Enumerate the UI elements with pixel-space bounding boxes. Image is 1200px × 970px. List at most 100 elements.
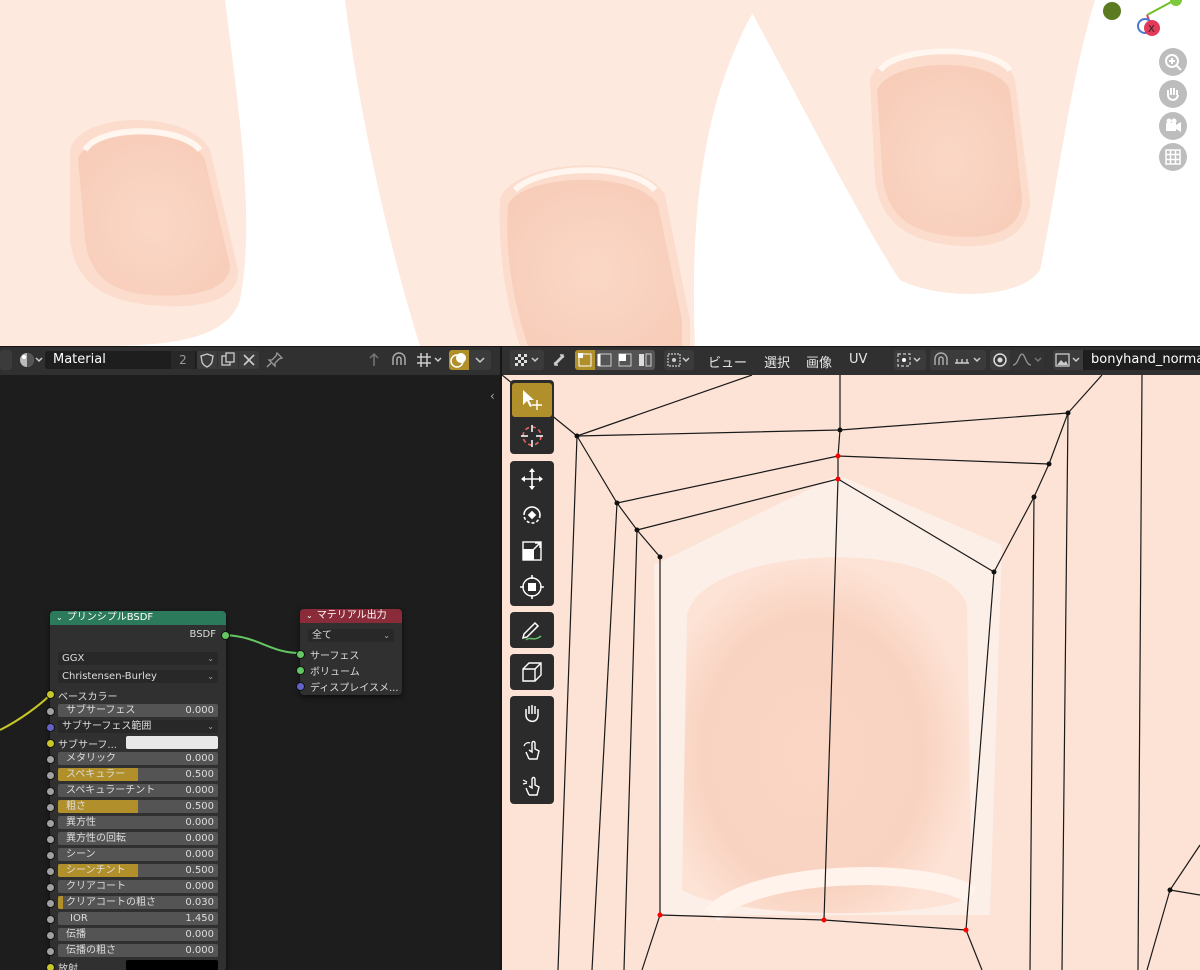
- anisotropic-rotation-field[interactable]: 異方性の回転 0.000: [58, 832, 218, 845]
- overlay-dropdown-icon[interactable]: [469, 350, 491, 370]
- material-output-node[interactable]: ⌄ マテリアル出力 全て ⌄ サーフェス ボリューム ディスプレイスメ...: [296, 609, 402, 695]
- overlay-toggle-icon[interactable]: [449, 350, 469, 370]
- proportional-editing-icon[interactable]: [990, 350, 1010, 370]
- proportional-falloff-icon[interactable]: [1010, 350, 1044, 370]
- subsurface-radius-socket[interactable]: [46, 723, 55, 732]
- metallic-field[interactable]: メタリック 0.000: [58, 752, 218, 765]
- sheen-socket[interactable]: [46, 851, 55, 860]
- transmission-roughness-socket[interactable]: [46, 947, 55, 956]
- output-target-dropdown[interactable]: 全て ⌄: [308, 629, 394, 642]
- pin-icon[interactable]: [265, 351, 285, 369]
- parent-node-tree-icon[interactable]: [364, 351, 384, 369]
- specular-tint-field[interactable]: スペキュラーチント 0.000: [58, 784, 218, 797]
- scale-tool[interactable]: [512, 534, 552, 568]
- menu-uv[interactable]: UV: [849, 352, 867, 367]
- pinch-tool[interactable]: [512, 769, 552, 803]
- principled-bsdf-node[interactable]: ⌄ プリンシプルBSDF BSDF GGX ⌄ Christensen-Burley…: [46, 611, 230, 970]
- emission-socket[interactable]: [46, 963, 55, 970]
- ior-field[interactable]: IOR 1.450: [58, 912, 218, 925]
- grab-tool[interactable]: [512, 697, 552, 731]
- uv-snap-increment-icon[interactable]: [952, 350, 986, 370]
- subsurface-method-dropdown[interactable]: Christensen-Burley ⌄: [58, 670, 218, 683]
- menu-image[interactable]: 画像: [806, 352, 832, 371]
- edge-select-mode-icon[interactable]: [595, 350, 615, 370]
- transmission-socket[interactable]: [46, 931, 55, 940]
- image-name-field[interactable]: bonyhand_norma: [1083, 350, 1200, 370]
- snap-grid-icon[interactable]: [414, 351, 444, 369]
- specular-field[interactable]: スペキュラー 0.500: [58, 768, 218, 781]
- principled-node-header[interactable]: ⌄ プリンシプルBSDF: [50, 611, 226, 625]
- base-color-label: ベースカラー: [58, 692, 118, 703]
- hand-pan-icon[interactable]: [1159, 80, 1187, 108]
- uv-editor-type-icon[interactable]: [510, 350, 544, 370]
- select-box-tool[interactable]: [512, 383, 552, 417]
- emission-color-swatch[interactable]: [126, 960, 218, 970]
- cursor-tool[interactable]: [512, 419, 552, 453]
- uv-snap-magnet-icon[interactable]: [930, 350, 952, 370]
- face-select-mode-icon[interactable]: [615, 350, 635, 370]
- collapse-chevron-icon[interactable]: ⌄: [56, 613, 63, 622]
- roughness-field[interactable]: 粗さ 0.500: [58, 800, 218, 813]
- chevron-down-icon: ⌄: [207, 722, 214, 731]
- base-color-socket[interactable]: [46, 690, 55, 699]
- clearcoat-field[interactable]: クリアコート 0.000: [58, 880, 218, 893]
- collapse-chevron-icon[interactable]: ⌄: [306, 611, 313, 620]
- clearcoat-roughness-socket[interactable]: [46, 899, 55, 908]
- axis-gizmo[interactable]: X: [1103, 0, 1182, 36]
- grid-icon[interactable]: [1159, 143, 1187, 171]
- anisotropic-field[interactable]: 異方性 0.000: [58, 816, 218, 829]
- output-node-header[interactable]: ⌄ マテリアル出力: [300, 609, 402, 623]
- snap-magnet-icon[interactable]: [388, 351, 410, 369]
- 3d-viewport[interactable]: X: [0, 0, 1200, 346]
- unlink-close-icon[interactable]: [239, 351, 259, 369]
- subsurface-color-socket[interactable]: [46, 739, 55, 748]
- transmission-roughness-field[interactable]: 伝播の粗さ 0.000: [58, 944, 218, 957]
- displacement-input-socket[interactable]: [296, 682, 305, 691]
- sheen-tint-field[interactable]: シーンチント 0.500: [58, 864, 218, 877]
- material-user-count[interactable]: 2: [171, 351, 195, 369]
- volume-input-socket[interactable]: [296, 666, 305, 675]
- subsurface-radius-dropdown[interactable]: サブサーフェス範囲 ⌄: [58, 720, 218, 733]
- camera-icon[interactable]: [1159, 112, 1187, 140]
- editor-type-icon[interactable]: [0, 350, 12, 370]
- roughness-socket[interactable]: [46, 803, 55, 812]
- transform-tool[interactable]: [512, 570, 552, 604]
- image-browse-icon[interactable]: [1053, 350, 1083, 370]
- anisotropic-socket[interactable]: [46, 819, 55, 828]
- fake-user-shield-icon[interactable]: [197, 351, 217, 369]
- metallic-socket[interactable]: [46, 755, 55, 764]
- subsurface-field[interactable]: サブサーフェス 0.000: [58, 704, 218, 717]
- material-browse-icon[interactable]: [18, 351, 44, 369]
- subsurface-socket[interactable]: [46, 707, 55, 716]
- surface-input-socket[interactable]: [296, 650, 305, 659]
- rip-region-tool[interactable]: [512, 655, 552, 689]
- ior-socket[interactable]: [46, 915, 55, 924]
- sticky-selection-icon[interactable]: [664, 350, 694, 370]
- sheen-tint-socket[interactable]: [46, 867, 55, 876]
- anisotropic-rotation-socket[interactable]: [46, 835, 55, 844]
- specular-socket[interactable]: [46, 771, 55, 780]
- rotate-tool[interactable]: [512, 498, 552, 532]
- sync-selection-icon[interactable]: [548, 350, 570, 370]
- specular-tint-socket[interactable]: [46, 787, 55, 796]
- subsurface-color-swatch[interactable]: [126, 736, 218, 749]
- node-editor-canvas[interactable]: ‹ ⌄ プリンシプルBSDF BSDF GGX ⌄ Christensen-Burl…: [0, 375, 500, 970]
- bsdf-output-socket[interactable]: [221, 631, 230, 640]
- island-select-mode-icon[interactable]: [635, 350, 655, 370]
- uv-editor-canvas[interactable]: [502, 375, 1200, 970]
- duplicate-icon[interactable]: [218, 351, 238, 369]
- vertex-select-mode-icon[interactable]: [575, 350, 595, 370]
- menu-select[interactable]: 選択: [764, 352, 790, 371]
- distribution-dropdown[interactable]: GGX ⌄: [58, 652, 218, 665]
- move-tool[interactable]: [512, 462, 552, 496]
- sheen-field[interactable]: シーン 0.000: [58, 848, 218, 861]
- annotate-tool[interactable]: [512, 613, 552, 647]
- menu-view[interactable]: ビュー: [708, 352, 747, 371]
- transmission-field[interactable]: 伝播 0.000: [58, 928, 218, 941]
- clearcoat-roughness-field[interactable]: クリアコートの粗さ 0.030: [58, 896, 218, 909]
- scale-icon: [522, 541, 542, 561]
- zoom-icon[interactable]: [1159, 48, 1187, 76]
- relax-tool[interactable]: [512, 733, 552, 767]
- clearcoat-socket[interactable]: [46, 883, 55, 892]
- pivot-point-icon[interactable]: [894, 350, 926, 370]
